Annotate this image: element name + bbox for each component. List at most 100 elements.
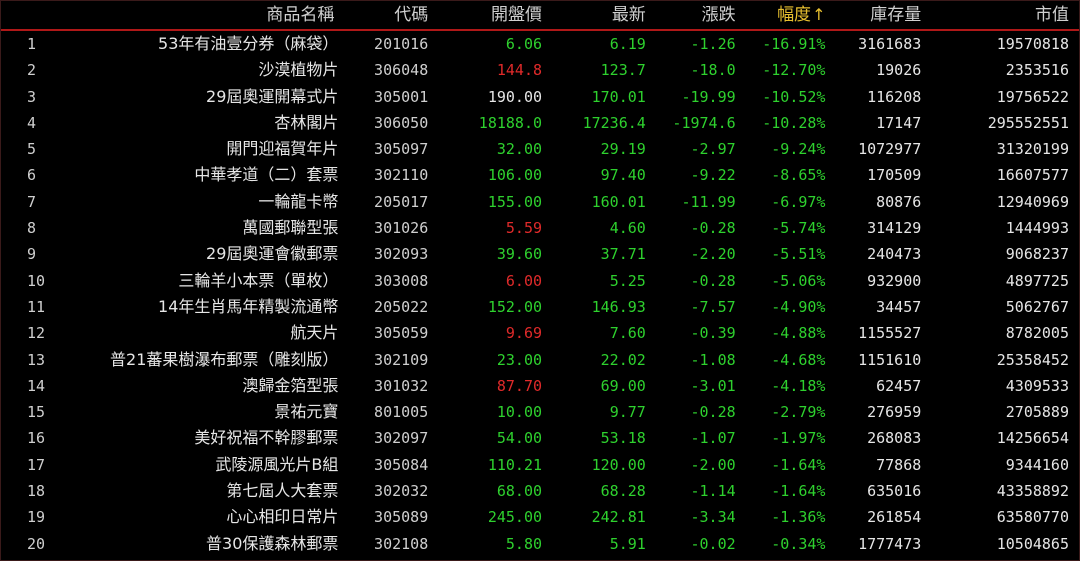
cell-code: 302032 [374, 482, 429, 501]
header-last[interactable]: 最新 [544, 1, 648, 29]
table-row[interactable]: 20 普30保護森林郵票 302108 5.80 5.91 -0.02 -0.34% 1777… [1, 531, 1079, 557]
header-code[interactable]: 代碼 [344, 1, 430, 29]
cell-name: 普21蕃果樹瀑布郵票（雕刻版） [110, 349, 339, 369]
cell-code: 306048 [374, 61, 429, 80]
cell-index: 9 [27, 245, 37, 264]
cell-last: 9.77 [609, 403, 646, 422]
cell-pct: -4.68% [771, 350, 826, 369]
cell-stock: 170509 [867, 166, 922, 185]
cell-name: 沙漠植物片 [258, 60, 339, 80]
cell-mcap: 1444993 [1005, 219, 1069, 238]
cell-name: 普30保護森林郵票 [206, 533, 339, 553]
cell-pct: -0.34% [771, 534, 826, 553]
cell-index: 11 [27, 297, 46, 316]
cell-mcap: 4897725 [1005, 271, 1069, 290]
cell-pct: -8.65% [771, 166, 826, 185]
cell-change: -1.07 [690, 429, 736, 448]
cell-last: 17236.4 [582, 113, 646, 132]
cell-open: 155.00 [487, 192, 543, 211]
table-row[interactable]: 6 中華孝道（二）套票 302110 106.00 97.40 -9.22 -8.65% 17… [1, 162, 1079, 188]
header-mcap[interactable]: 市值 [923, 1, 1079, 29]
cell-mcap: 2353516 [1005, 61, 1069, 80]
header-index [1, 1, 53, 29]
cell-open: 39.60 [496, 245, 543, 264]
cell-stock: 34457 [876, 297, 922, 316]
table-row[interactable]: 5 開門迎福賀年片 305097 32.00 29.19 -2.97 -9.24% 10729… [1, 136, 1079, 162]
header-open[interactable]: 開盤價 [430, 1, 544, 29]
cell-code: 201016 [374, 35, 429, 53]
cell-name: 中華孝道（二）套票 [194, 165, 339, 185]
cell-stock: 77868 [876, 455, 922, 474]
cell-mcap: 16607577 [996, 166, 1069, 185]
table-row[interactable]: 12 航天片 305059 9.69 7.60 -0.39 -4.88% 1155527 878… [1, 320, 1079, 346]
table-row[interactable]: 10 三輪羊小本票（單枚） 303008 6.00 5.25 -0.28 -5.06% 932… [1, 268, 1079, 294]
cell-index: 5 [27, 140, 37, 159]
cell-last: 68.28 [600, 482, 646, 501]
table-row[interactable]: 3 29屆奧運開幕式片 305001 190.00 170.01 -19.99 -10.52… [1, 84, 1079, 110]
cell-last: 97.40 [600, 166, 646, 185]
cell-change: -2.97 [690, 140, 736, 159]
header-stock[interactable]: 庫存量 [827, 1, 923, 29]
cell-mcap: 63580770 [996, 508, 1069, 527]
cell-pct: -5.06% [771, 271, 826, 290]
cell-stock: 62457 [876, 376, 922, 395]
table-row[interactable]: 8 萬國郵聯型張 301026 5.59 4.60 -0.28 -5.74% 314129 14… [1, 215, 1079, 241]
cell-index: 7 [27, 192, 37, 211]
header-pct-label: 幅度 [777, 5, 812, 25]
header-pct[interactable]: 幅度↑ [738, 1, 828, 29]
cell-change: -0.28 [690, 219, 736, 238]
table-row[interactable]: 19 心心相印日常片 305089 245.00 242.81 -3.34 -1.36% 26… [1, 504, 1079, 530]
cell-change: -2.20 [690, 245, 736, 264]
table-row[interactable]: 15 景祐元寶 801005 10.00 9.77 -0.28 -2.79% 276959 27… [1, 399, 1079, 425]
cell-stock: 268083 [867, 429, 922, 448]
cell-change: -2.00 [690, 455, 736, 474]
cell-stock: 261854 [867, 508, 922, 527]
cell-pct: -1.97% [771, 429, 826, 448]
cell-last: 69.00 [600, 376, 646, 395]
table-row[interactable]: 14 澳歸金箔型張 301032 87.70 69.00 -3.01 -4.18% 62457… [1, 373, 1079, 399]
header-name[interactable]: 商品名稱 [53, 1, 344, 29]
table-body: 1 53年有油壹分券（麻袋） 201016 6.06 6.19 -1.26 -16.91% 3… [1, 31, 1079, 557]
table-row[interactable]: 7 一輪龍卡幣 205017 155.00 160.01 -11.99 -6.97% 8087… [1, 189, 1079, 215]
cell-last: 29.19 [600, 140, 646, 159]
cell-open: 144.8 [496, 61, 543, 80]
cell-name: 澳歸金箔型張 [242, 375, 339, 395]
cell-code: 305059 [374, 324, 429, 343]
table-row[interactable]: 2 沙漠植物片 306048 144.8 123.7 -18.0 -12.70% 19026 2… [1, 57, 1079, 83]
cell-pct: -1.64% [771, 482, 826, 501]
cell-mcap: 8782005 [1005, 324, 1069, 343]
cell-mcap: 9068237 [1005, 245, 1069, 264]
cell-last: 146.93 [591, 297, 646, 316]
cell-stock: 1151610 [858, 350, 922, 369]
cell-change: -3.01 [690, 376, 736, 395]
table-row[interactable]: 11 14年生肖馬年精製流通幣 205022 152.00 146.93 -7.57 -4.… [1, 294, 1079, 320]
cell-mcap: 25358452 [996, 350, 1069, 369]
cell-mcap: 4309533 [1005, 376, 1069, 395]
table-row[interactable]: 4 杏林閣片 306050 18188.0 17236.4 -1974.6 -10.28% 1… [1, 110, 1079, 136]
table-row[interactable]: 18 第七屆人大套票 302032 68.00 68.28 -1.14 -1.64% 6350… [1, 478, 1079, 504]
cell-code: 801005 [374, 403, 429, 422]
table-row[interactable]: 16 美好祝福不幹膠郵票 302097 54.00 53.18 -1.07 -1.97% 26… [1, 425, 1079, 451]
header-change[interactable]: 漲跌 [648, 1, 738, 29]
cell-last: 160.01 [591, 192, 646, 211]
cell-change: -0.28 [690, 271, 736, 290]
cell-mcap: 19756522 [996, 87, 1069, 106]
table-row[interactable]: 9 29屆奧運會徽郵票 302093 39.60 37.71 -2.20 -5.51% 240… [1, 241, 1079, 267]
cell-name: 萬國郵聯型張 [242, 218, 339, 238]
table-row[interactable]: 17 武陵源風光片B組 305084 110.21 120.00 -2.00 -1.64% 7… [1, 452, 1079, 478]
cell-name: 杏林閣片 [274, 112, 339, 132]
cell-pct: -10.52% [762, 87, 826, 106]
cell-stock: 276959 [867, 403, 922, 422]
cell-index: 15 [27, 403, 46, 422]
cell-name: 航天片 [290, 323, 339, 343]
table-row[interactable]: 1 53年有油壹分券（麻袋） 201016 6.06 6.19 -1.26 -16.91% 3… [1, 31, 1079, 57]
cell-pct: -12.70% [762, 61, 826, 80]
cell-stock: 240473 [867, 245, 922, 264]
cell-open: 106.00 [487, 166, 543, 185]
cell-code: 305089 [374, 508, 429, 527]
cell-name: 三輪羊小本票（單枚） [178, 270, 339, 290]
cell-mcap: 295552551 [987, 113, 1069, 132]
cell-open: 10.00 [496, 403, 543, 422]
cell-last: 53.18 [600, 429, 646, 448]
table-row[interactable]: 13 普21蕃果樹瀑布郵票（雕刻版） 302109 23.00 22.02 -1.08 -4… [1, 347, 1079, 373]
